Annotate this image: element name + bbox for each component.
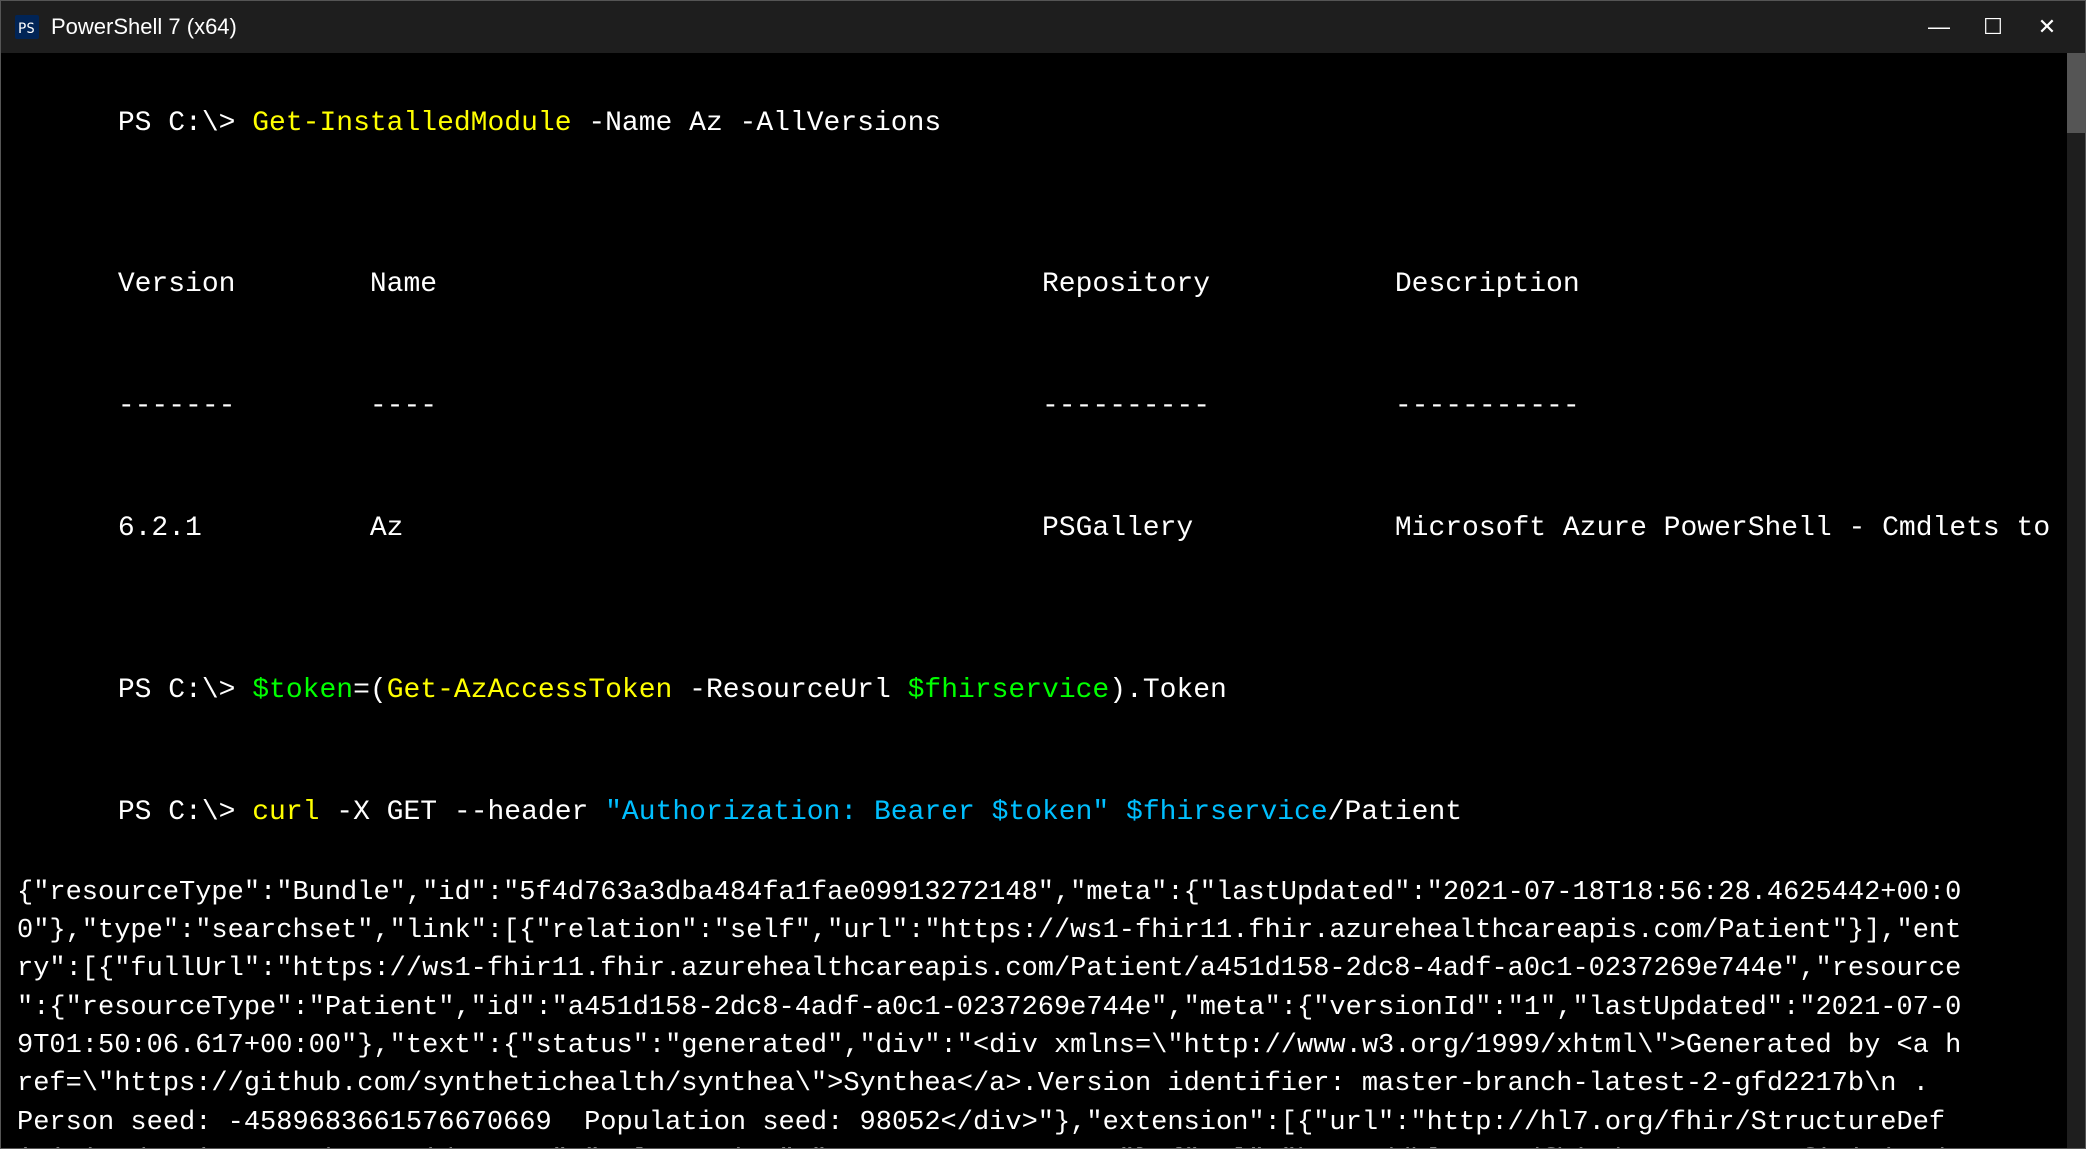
token-eq: =( <box>353 675 387 706</box>
minimize-button[interactable]: — <box>1913 1 1965 53</box>
cmd-args-1: -Name Az -AllVersions <box>572 108 942 139</box>
fhirservice-var-1: $fhirservice <box>908 675 1110 706</box>
empty-line-1 <box>17 185 2069 225</box>
close-button[interactable]: ✕ <box>2021 1 2073 53</box>
prompt-3: PS C:\> <box>118 797 252 828</box>
window-title: PowerShell 7 (x64) <box>51 14 1913 40</box>
patient-path: /Patient <box>1328 797 1462 828</box>
table-row-1: 6.2.1 Az PSGallery Microsoft Azure Power… <box>17 468 2069 590</box>
command-line-2: PS C:\> $token=(Get-AzAccessToken -Resou… <box>17 630 2069 752</box>
maximize-button[interactable]: ☐ <box>1967 1 2019 53</box>
cmd-get-installed: Get-InstalledModule <box>252 108 571 139</box>
curl-args: -X GET --header <box>319 797 605 828</box>
col-dashes: ------- ---- ---------- ----------- <box>118 391 1580 422</box>
scrollbar-thumb[interactable] <box>2067 53 2085 133</box>
title-bar: PS PowerShell 7 (x64) — ☐ ✕ <box>1 1 2085 53</box>
fhirservice-var-2: $fhirservice <box>1126 797 1328 828</box>
auth-header: "Authorization: Bearer $token" <box>605 797 1109 828</box>
token-var: $token <box>252 675 353 706</box>
col-version: Version Name Repository Description <box>118 269 1580 300</box>
get-token-cmd: Get-AzAccessToken <box>387 675 673 706</box>
powershell-window: PS PowerShell 7 (x64) — ☐ ✕ PS C:\> Get-… <box>0 0 2086 1149</box>
terminal-body[interactable]: PS C:\> Get-InstalledModule -Name Az -Al… <box>1 53 2085 1148</box>
command-line-3: PS C:\> curl -X GET --header "Authorizat… <box>17 752 2069 874</box>
prompt-2: PS C:\> <box>118 675 252 706</box>
scrollbar[interactable] <box>2067 53 2085 1148</box>
curl-cmd: curl <box>252 797 319 828</box>
window-controls: — ☐ ✕ <box>1913 1 2073 53</box>
prompt-1: PS C:\> <box>118 108 252 139</box>
empty-line-2 <box>17 590 2069 630</box>
json-output: {"resourceType":"Bundle","id":"5f4d763a3… <box>17 874 2069 1148</box>
row-version: 6.2.1 Az PSGallery Microsoft Azure Power… <box>118 513 2084 544</box>
table-header: Version Name Repository Description <box>17 225 2069 347</box>
command-line-1: PS C:\> Get-InstalledModule -Name Az -Al… <box>17 63 2069 185</box>
resource-url-flag: -ResourceUrl <box>672 675 907 706</box>
token-suffix: ).Token <box>1109 675 1227 706</box>
table-dashes: ------- ---- ---------- ----------- <box>17 347 2069 469</box>
app-icon: PS <box>13 13 41 41</box>
svg-text:PS: PS <box>18 21 35 37</box>
space-1 <box>1109 797 1126 828</box>
